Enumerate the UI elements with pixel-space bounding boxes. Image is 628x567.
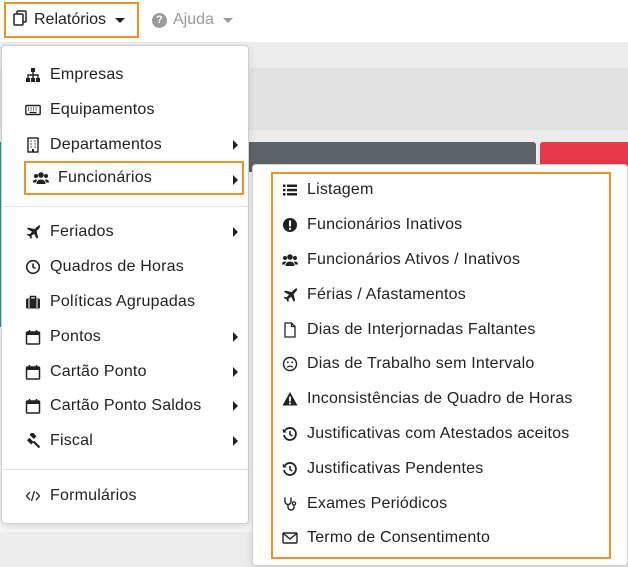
- submenu-item-label: Exames Periódicos: [307, 495, 448, 512]
- menu-item-label: Equipamentos: [50, 101, 155, 118]
- relatorios-label: Relatórios: [34, 11, 107, 28]
- submenu-item-label: Justificativas Pendentes: [307, 460, 484, 477]
- submenu-item-label: Dias de Trabalho sem Intervalo: [307, 355, 535, 372]
- menu-item-label: Cartão Ponto: [50, 363, 147, 380]
- submenu-item-label: Funcionários Ativos / Inativos: [307, 251, 521, 268]
- menu-item-quadros-de-horas[interactable]: Quadros de Horas: [24, 250, 242, 284]
- menu-item-label: Empresas: [50, 66, 124, 83]
- frown-icon: [281, 355, 299, 373]
- ajuda-menu-button[interactable]: ? Ajuda: [152, 2, 233, 38]
- sitemap-icon: [24, 66, 42, 84]
- submenu-item-ferias-afastamentos[interactable]: Férias / Afastamentos: [281, 278, 621, 312]
- menu-item-departamentos[interactable]: Departamentos: [24, 128, 242, 162]
- submenu-item-label: Justificativas com Atestados aceitos: [307, 425, 570, 442]
- top-navbar: Relatórios ? Ajuda: [0, 0, 628, 42]
- calendar-icon: [24, 363, 42, 381]
- envelope-icon: [281, 529, 299, 547]
- menu-item-label: Funcionários: [58, 169, 153, 186]
- menu-item-label: Fiscal: [50, 432, 93, 449]
- submenu-item-label: Funcionários Inativos: [307, 216, 463, 233]
- submenu-item-label: Férias / Afastamentos: [307, 286, 466, 303]
- history-icon: [281, 425, 299, 443]
- caret-right-icon: [233, 401, 238, 411]
- menu-item-feriados[interactable]: Feriados: [24, 215, 242, 249]
- caret-down-icon: [222, 17, 233, 23]
- menu-item-label: Departamentos: [50, 136, 162, 153]
- briefcase-icon: [24, 293, 42, 311]
- submenu-item-termo-consentimento[interactable]: Termo de Consentimento: [281, 521, 621, 555]
- question-circle-icon: ?: [152, 12, 167, 28]
- code-icon: [24, 487, 42, 505]
- file-icon: [281, 321, 299, 339]
- plane-icon: [281, 286, 299, 304]
- menu-divider: [3, 206, 249, 207]
- menu-item-empresas[interactable]: Empresas: [24, 58, 242, 92]
- menu-item-label: Pontos: [50, 328, 102, 345]
- caret-right-icon: [233, 140, 238, 150]
- plane-icon: [24, 223, 42, 241]
- submenu-item-exames-periodicos[interactable]: Exames Periódicos: [281, 487, 621, 521]
- menu-item-pontos[interactable]: Pontos: [24, 320, 242, 354]
- menu-item-funcionarios[interactable]: Funcionários: [24, 161, 244, 195]
- menu-item-label: Cartão Ponto Saldos: [50, 397, 202, 414]
- caret-right-icon: [233, 175, 238, 185]
- menu-divider: [3, 469, 249, 470]
- funcionarios-submenu: Listagem Funcionários Inativos Funcionár…: [252, 164, 628, 566]
- caret-right-icon: [233, 367, 238, 377]
- caret-right-icon: [233, 227, 238, 237]
- history-icon: [281, 460, 299, 478]
- warning-triangle-icon: [281, 390, 299, 408]
- clock-icon: [24, 258, 42, 276]
- menu-item-label: Quadros de Horas: [50, 258, 184, 275]
- submenu-item-label: Termo de Consentimento: [307, 529, 491, 546]
- list-icon: [281, 181, 299, 199]
- submenu-item-listagem[interactable]: Listagem: [281, 173, 621, 207]
- calendar-icon: [24, 328, 42, 346]
- submenu-item-inconsistencias[interactable]: Inconsistências de Quadro de Horas: [281, 382, 621, 416]
- submenu-item-justificativas-atestados[interactable]: Justificativas com Atestados aceitos: [281, 417, 621, 451]
- users-icon: [281, 251, 299, 269]
- users-icon: [32, 169, 50, 187]
- menu-item-cartao-ponto-saldos[interactable]: Cartão Ponto Saldos: [24, 389, 242, 423]
- caret-right-icon: [233, 332, 238, 342]
- copy-icon: [12, 9, 28, 31]
- menu-item-cartao-ponto[interactable]: Cartão Ponto: [24, 355, 242, 389]
- submenu-item-label: Inconsistências de Quadro de Horas: [307, 390, 573, 407]
- menu-item-label: Feriados: [50, 223, 114, 240]
- submenu-item-label: Dias de Interjornadas Faltantes: [307, 321, 536, 338]
- menu-item-formularios[interactable]: Formulários: [24, 479, 242, 513]
- ajuda-label: Ajuda: [173, 11, 214, 28]
- menu-item-label: Políticas Agrupadas: [50, 293, 196, 310]
- relatorios-dropdown: Empresas Equipamentos Departamentos Func…: [1, 45, 249, 524]
- submenu-item-funcionarios-ativos-inativos[interactable]: Funcionários Ativos / Inativos: [281, 243, 621, 277]
- exclamation-circle-icon: [281, 216, 299, 234]
- building-icon: [24, 136, 42, 154]
- menu-item-politicas-agrupadas[interactable]: Políticas Agrupadas: [24, 285, 242, 319]
- menu-item-fiscal[interactable]: Fiscal: [24, 424, 242, 458]
- submenu-item-dias-interjornadas[interactable]: Dias de Interjornadas Faltantes: [281, 313, 621, 347]
- relatorios-menu-button[interactable]: Relatórios: [4, 2, 139, 38]
- calendar-icon: [24, 397, 42, 415]
- submenu-item-dias-sem-intervalo[interactable]: Dias de Trabalho sem Intervalo: [281, 347, 621, 381]
- keyboard-icon: [24, 101, 42, 119]
- menu-item-label: Formulários: [50, 487, 137, 504]
- stethoscope-icon: [281, 495, 299, 513]
- submenu-item-label: Listagem: [307, 181, 374, 198]
- caret-right-icon: [233, 436, 238, 446]
- caret-down-icon: [115, 17, 126, 23]
- gavel-icon: [24, 432, 42, 450]
- submenu-item-funcionarios-inativos[interactable]: Funcionários Inativos: [281, 208, 621, 242]
- menu-item-equipamentos[interactable]: Equipamentos: [24, 93, 242, 127]
- submenu-item-justificativas-pendentes[interactable]: Justificativas Pendentes: [281, 452, 621, 486]
